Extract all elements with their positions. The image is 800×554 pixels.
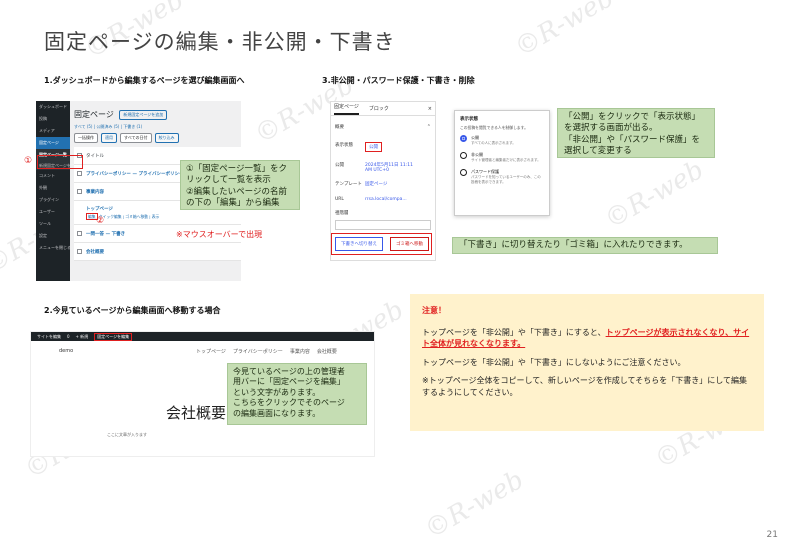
admin-bar-comments[interactable]: 0 [67,334,70,339]
front-page-title: 会社概要 [166,404,227,422]
highlight-page-list [37,155,83,169]
editor-tabs: 固定ページ ブロック × [331,102,435,116]
callout-dashboard-steps: ①「固定ページ一覧」をク リックして一覧を表示 ②編集したいページの名前 の下の… [180,160,300,210]
admin-bar-edit-page[interactable]: 固定ページを編集 [94,332,133,341]
url-row: URL rrsa.local/compa... [335,197,407,202]
nav-item-privacy[interactable]: プライバシーポリシー [233,348,283,355]
add-page-button[interactable]: 新規固定ページを追加 [119,109,168,120]
section1-heading: 1.ダッシュボードから編集するページを選び編集画面へ [44,76,245,85]
note-paragraph-2: トップページを「非公開」や「下書き」にしないようにご注意ください。 [422,357,686,367]
chevron-up-icon[interactable]: ⌃ [427,124,431,130]
visibility-option-public[interactable]: 公開 すべての人に表示されます。 [460,135,544,146]
filter-button[interactable]: 絞り込み [154,133,179,143]
sidebar-item-media[interactable]: メディア [36,125,70,137]
section2-heading: 2.今見ているページから編集画面へ移動する場合 [44,306,221,315]
tab-page[interactable]: 固定ページ [334,103,359,115]
site-nav: トップページ プライバシーポリシー 事業内容 会社概要 [196,348,337,355]
watermark: ©R-web [509,0,619,64]
checkbox[interactable] [77,171,82,176]
sidebar-item-collapse[interactable]: メニューを閉じる [36,242,70,254]
visibility-option-private[interactable]: 非公開 サイト管理者と編集者だけに表示されます。 [460,152,544,163]
date-filter-select[interactable]: すべての日付 [120,133,152,143]
template-link[interactable]: 固定ページ [365,181,387,187]
sidebar-item-plugins[interactable]: プラグイン [36,194,70,206]
nav-item-top[interactable]: トップページ [196,348,226,355]
publish-row: 公開 2024年5月11日 11:11 AM UTC+0 [331,162,435,173]
watermark: ©R-web [599,154,709,236]
step-marker-2: ② [96,216,105,226]
checkbox[interactable] [77,249,82,254]
radio-private[interactable] [460,152,467,159]
page-number: 21 [766,530,778,540]
visibility-option-password[interactable]: パスワード保護 パスワードを知っているユーザーのみ、この投稿を表示できます。 [460,169,544,185]
tab-block[interactable]: ブロック [369,105,389,112]
switch-to-draft-button[interactable]: 下書きへ切り替え [335,237,383,251]
table-row[interactable]: 会社概要 [74,243,241,261]
visibility-row: 表示状態 公開 [331,142,435,152]
wp-admin-sidebar: ダッシュボード 投稿 メディア 固定ページ 固定ページ一覧 新規固定ページを追加… [36,101,70,281]
summary-header[interactable]: 概要 ⌃ [331,124,435,130]
wp-page-heading: 固定ページ 新規固定ページを追加 [74,109,241,120]
callout-visibility: 「公開」をクリックで「表示状態」 を選択する画面が出る。 「非公開」や「パスワー… [557,108,715,158]
sidebar-item-users[interactable]: ユーザー [36,206,70,218]
parent-row: 祖階層 [335,211,349,216]
site-name[interactable]: demo [59,348,73,354]
page-title: 固定ページの編集・非公開・下書き [44,30,396,54]
warning-note: 注意！ トップページを「非公開」や「下書き」にすると、トップページが表示されなく… [410,294,764,431]
admin-bar-site-edit[interactable]: サイトを編集 [37,334,61,340]
sidebar-item-appearance[interactable]: 外観 [36,182,70,194]
watermark: ©R-web [419,464,529,546]
apply-button[interactable]: 適用 [101,133,117,143]
radio-public[interactable] [460,135,467,142]
status-filter[interactable]: すべて (5) | 公開済み (5) | 下書き (1) [74,124,241,130]
admin-bar: サイトを編集 0 + 新規 固定ページを編集 [31,332,374,341]
step-marker-1: ① [24,156,33,166]
template-row: テンプレート 固定ページ [335,181,388,187]
hover-note: ※マウスオーバーで出現 [176,230,263,239]
bulk-action-select[interactable]: 一括操作 [74,133,98,143]
sidebar-item-settings[interactable]: 設定 [36,230,70,242]
note-paragraph-1: トップページを「非公開」や「下書き」にすると、トップページが表示されなくなり、サ… [422,327,750,349]
callout-admin-bar: 今見ているページの上の管理者 用バーに「固定ページを編集」 という文字があります… [227,363,367,425]
url-link[interactable]: rrsa.local/compa... [365,197,407,202]
radio-password[interactable] [460,169,467,176]
nav-item-business[interactable]: 事業内容 [290,348,310,355]
sidebar-item-pages[interactable]: 固定ページ [36,137,70,149]
move-to-trash-button[interactable]: ゴミ箱へ移動 [390,237,429,251]
checkbox[interactable] [77,189,82,194]
sidebar-item-dashboard[interactable]: ダッシュボード [36,101,70,113]
parent-select[interactable] [335,220,431,230]
close-icon[interactable]: × [428,106,432,112]
nav-item-company[interactable]: 会社概要 [317,348,337,355]
visibility-public-button[interactable]: 公開 [365,142,382,152]
front-page-body: ここに文章が入ります [107,432,147,437]
sidebar-item-comments[interactable]: コメント [36,170,70,182]
section3-heading: 3.非公開・パスワード保護・下書き・削除 [322,76,475,85]
visibility-popup-title: 表示状態 [460,117,478,122]
list-controls: 一括操作 適用 すべての日付 絞り込み [74,133,241,143]
checkbox[interactable] [77,231,82,236]
publish-date-link[interactable]: 2024年5月11日 11:11 AM UTC+0 [365,162,415,173]
callout-draft-trash: 「下書き」に切り替えたり「ゴミ箱」に入れたりできます。 [452,237,718,254]
sidebar-item-posts[interactable]: 投稿 [36,113,70,125]
sidebar-item-tools[interactable]: ツール [36,218,70,230]
note-paragraph-3: ※トップページ全体をコピーして、新しいページを作成してそちらを「下書き」にして編… [422,376,748,397]
admin-bar-new[interactable]: + 新規 [76,334,89,340]
visibility-popup-screenshot: 表示状態 この投稿を閲覧できる人を制御します。 公開 すべての人に表示されます。 … [454,110,550,216]
visibility-popup-desc: この投稿を閲覧できる人を制御します。 [460,125,528,130]
note-heading: 注意！ [422,306,446,315]
